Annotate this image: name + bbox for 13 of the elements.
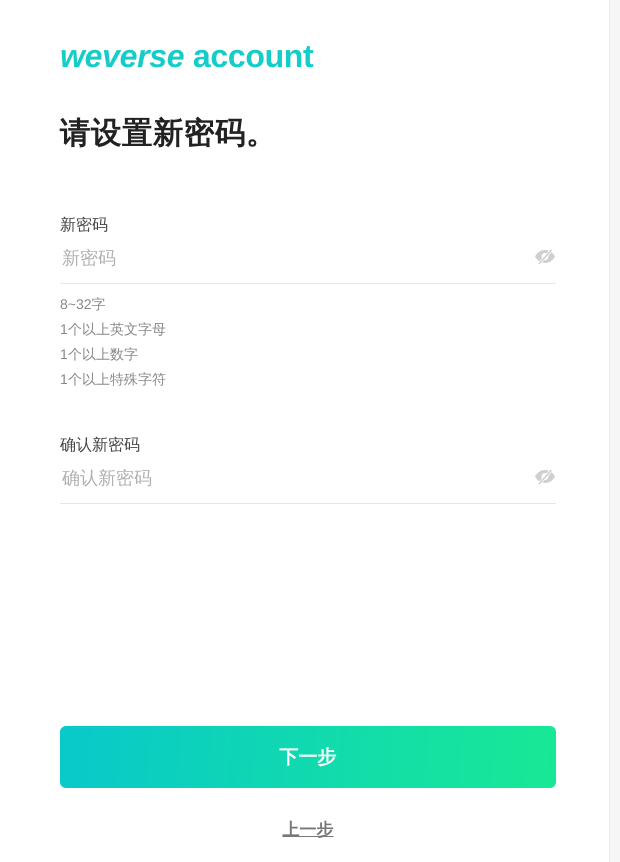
page-title: 请设置新密码。: [60, 115, 277, 152]
back-link[interactable]: 上一步: [282, 819, 334, 840]
hint-text: 8~32字: [60, 295, 106, 314]
password-field[interactable]: 确认新密码: [60, 458, 526, 498]
password-field[interactable]: 新密码: [60, 238, 526, 278]
eye-slash-icon[interactable]: [534, 468, 556, 484]
logo: weverse account: [60, 40, 314, 72]
eye-slash-icon[interactable]: [534, 248, 556, 264]
hint-text: 1个以上特殊字符: [60, 370, 166, 389]
hint-text: 1个以上数字: [60, 345, 138, 364]
field-label: 新密码: [60, 216, 108, 236]
field-label: 确认新密码: [60, 436, 140, 456]
hint-text: 1个以上英文字母: [60, 320, 166, 339]
